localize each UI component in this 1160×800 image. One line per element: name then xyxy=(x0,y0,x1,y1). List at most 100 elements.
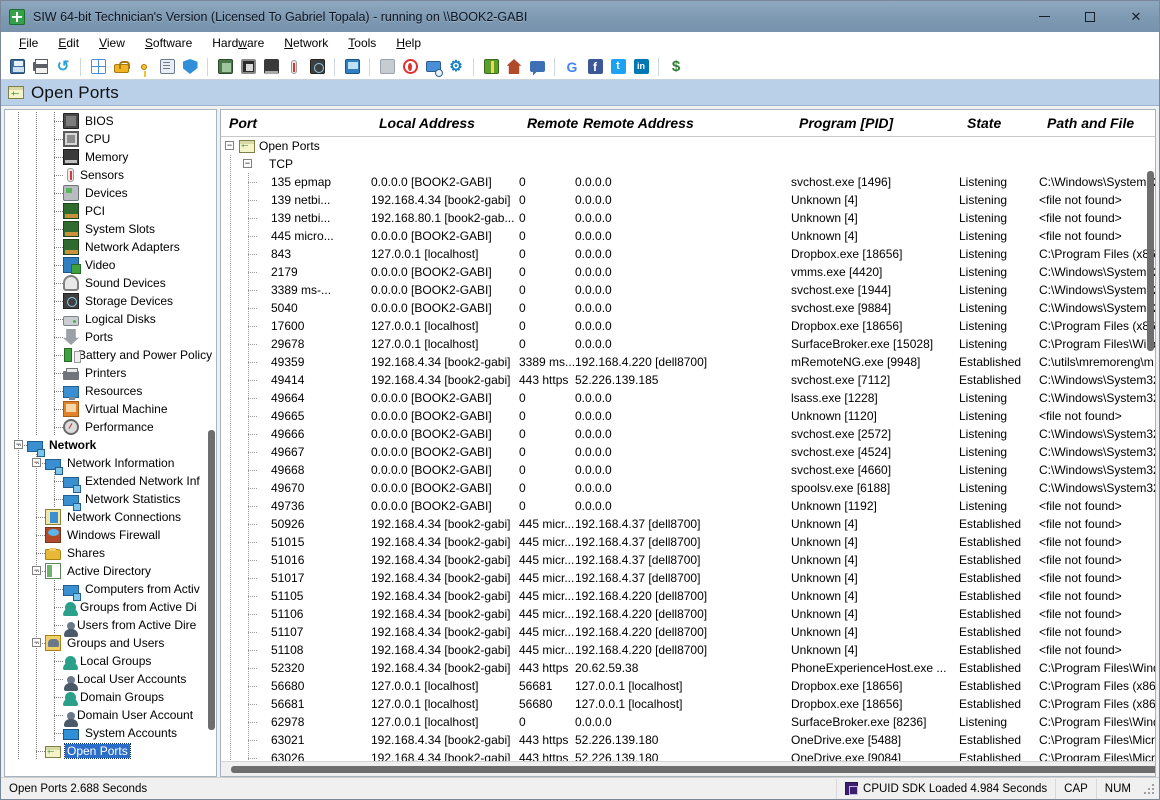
sidebar-item-system-accounts[interactable]: System Accounts xyxy=(5,724,216,742)
minimize-button[interactable] xyxy=(1021,1,1067,32)
table-row[interactable]: 49668 0.0.0.0 [BOOK2-GABI] 0 0.0.0.0 svchost… xyxy=(221,461,1155,479)
sidebar-item-network-connections[interactable]: Network Connections xyxy=(5,508,216,526)
sidebar-item-virtual-machine[interactable]: Virtual Machine xyxy=(5,400,216,418)
sidebar-item-devices[interactable]: Devices xyxy=(5,184,216,202)
sidebar-item-domain-user-account[interactable]: Domain User Account xyxy=(5,706,216,727)
home-icon[interactable] xyxy=(504,57,524,77)
table-row[interactable]: 49667 0.0.0.0 [BOOK2-GABI] 0 0.0.0.0 svchost… xyxy=(221,443,1155,461)
sidebar-item-shares[interactable]: Shares xyxy=(5,544,216,562)
table-row[interactable]: 445 micro... 0.0.0.0 [BOOK2-GABI] 0 0.0.0.0… xyxy=(221,227,1155,245)
table-row[interactable]: 51017 192.168.4.34 [book2-gabi] 445 micr..… xyxy=(221,569,1155,587)
resize-grip-icon[interactable] xyxy=(1143,782,1155,795)
sidebar-item-pci[interactable]: PCI xyxy=(5,202,216,220)
memory-icon[interactable] xyxy=(261,57,281,77)
sidebar-item-extended-network-inf[interactable]: Extended Network Inf xyxy=(5,472,216,493)
sidebar-item-users-from-active-dire[interactable]: Users from Active Dire xyxy=(5,616,216,637)
column-header-remote-address[interactable]: Remote Address xyxy=(581,115,797,131)
opera-browser-icon[interactable] xyxy=(400,57,420,77)
grid-vertical-scrollbar[interactable] xyxy=(1147,171,1154,351)
tree-expander-icon[interactable]: − xyxy=(14,440,23,449)
sidebar-item-network[interactable]: − Network xyxy=(5,436,216,457)
table-row[interactable]: 63026 192.168.4.34 [book2-gabi] 443 https 5… xyxy=(221,749,1155,761)
print-icon[interactable] xyxy=(30,57,50,77)
linkedin-icon[interactable]: in xyxy=(631,57,651,77)
table-row[interactable]: 49665 0.0.0.0 [BOOK2-GABI] 0 0.0.0.0 Unknown… xyxy=(221,407,1155,425)
sidebar-item-storage-devices[interactable]: Storage Devices xyxy=(5,292,216,310)
eula-card-icon[interactable] xyxy=(157,57,177,77)
sidebar-item-memory[interactable]: Memory xyxy=(5,148,216,166)
sidebar-item-open-ports[interactable]: Open Ports xyxy=(5,742,216,760)
table-row[interactable]: 49359 192.168.4.34 [book2-gabi] 3389 ms...… xyxy=(221,353,1155,371)
sidebar-item-network-information[interactable]: − Network Information xyxy=(5,454,216,475)
table-row[interactable]: 52320 192.168.4.34 [book2-gabi] 443 https 2… xyxy=(221,659,1155,677)
table-row[interactable]: 51105 192.168.4.34 [book2-gabi] 445 micr..… xyxy=(221,587,1155,605)
sidebar-item-local-groups[interactable]: Local Groups xyxy=(5,652,216,670)
table-row[interactable]: 3389 ms-... 0.0.0.0 [BOOK2-GABI] 0 0.0.0.0 s… xyxy=(221,281,1155,299)
table-row[interactable]: 62978 127.0.0.1 [localhost] 0 0.0.0.0 Surfac… xyxy=(221,713,1155,731)
table-row[interactable]: 51107 192.168.4.34 [book2-gabi] 445 micr..… xyxy=(221,623,1155,641)
table-row[interactable]: 56681 127.0.0.1 [localhost] 56680 127.0.0.1… xyxy=(221,695,1155,713)
table-row[interactable]: 2179 0.0.0.0 [BOOK2-GABI] 0 0.0.0.0 vmms.exe… xyxy=(221,263,1155,281)
menu-view[interactable]: View xyxy=(89,34,135,52)
table-row[interactable]: 51016 192.168.4.34 [book2-gabi] 445 micr..… xyxy=(221,551,1155,569)
sidebar-item-printers[interactable]: Printers xyxy=(5,364,216,382)
motherboard-icon[interactable] xyxy=(215,57,235,77)
donate-dollar-icon[interactable]: $ xyxy=(666,57,686,77)
column-header-program-pid[interactable]: Program [PID] xyxy=(797,115,965,131)
sidebar-item-active-directory[interactable]: − Active Directory xyxy=(5,562,216,580)
sidebar-item-logical-disks[interactable]: Logical Disks xyxy=(5,310,216,328)
tree-expander-icon[interactable]: − xyxy=(225,141,234,150)
table-row[interactable]: 51108 192.168.4.34 [book2-gabi] 445 micr..… xyxy=(221,641,1155,659)
table-row[interactable]: 50926 192.168.4.34 [book2-gabi] 445 micr..… xyxy=(221,515,1155,533)
sidebar-item-cpu[interactable]: CPU xyxy=(5,130,216,148)
grid-tree-node[interactable]: − TCP xyxy=(221,155,1155,173)
menu-network[interactable]: Network xyxy=(274,34,338,52)
storage-icon[interactable] xyxy=(307,57,327,77)
grid-tree-node[interactable]: − Open Ports xyxy=(221,137,1155,155)
tree-expander-icon[interactable]: − xyxy=(32,638,41,647)
table-row[interactable]: 49666 0.0.0.0 [BOOK2-GABI] 0 0.0.0.0 svchost… xyxy=(221,425,1155,443)
google-icon[interactable]: G xyxy=(562,57,582,77)
sidebar-item-windows-firewall[interactable]: Windows Firewall xyxy=(5,526,216,544)
sidebar-item-groups-and-users[interactable]: − Groups and Users xyxy=(5,634,216,652)
table-row[interactable]: 49414 192.168.4.34 [book2-gabi] 443 https 5… xyxy=(221,371,1155,389)
sidebar-item-battery-and-power-policy[interactable]: Battery and Power Policy xyxy=(5,346,216,364)
sidebar-item-domain-groups[interactable]: Domain Groups xyxy=(5,688,216,706)
column-header-path-and-file[interactable]: Path and File xyxy=(1045,115,1155,131)
menu-tools[interactable]: Tools xyxy=(338,34,386,52)
key-icon[interactable] xyxy=(134,57,154,77)
table-row[interactable]: 51106 192.168.4.34 [book2-gabi] 445 micr..… xyxy=(221,605,1155,623)
remote-monitor-icon[interactable] xyxy=(423,57,443,77)
books-icon[interactable] xyxy=(481,57,501,77)
menu-help[interactable]: Help xyxy=(386,34,431,52)
sidebar-item-resources[interactable]: Resources xyxy=(5,382,216,400)
column-header-port[interactable]: Port xyxy=(227,115,377,131)
maximize-button[interactable] xyxy=(1067,1,1113,32)
table-row[interactable]: 139 netbi... 192.168.4.34 [book2-gabi] 0 0.… xyxy=(221,191,1155,209)
facebook-icon[interactable]: f xyxy=(585,57,605,77)
cpu-icon[interactable] xyxy=(238,57,258,77)
column-header-local-address[interactable]: Local Address xyxy=(377,115,525,131)
menu-software[interactable]: Software xyxy=(135,34,202,52)
tree-expander-icon[interactable]: − xyxy=(32,458,41,467)
table-row[interactable]: 49670 0.0.0.0 [BOOK2-GABI] 0 0.0.0.0 spoolsv… xyxy=(221,479,1155,497)
feedback-chat-icon[interactable] xyxy=(527,57,547,77)
sidebar-item-computers-from-activ[interactable]: Computers from Activ xyxy=(5,580,216,601)
sidebar-item-local-user-accounts[interactable]: Local User Accounts xyxy=(5,670,216,691)
table-row[interactable]: 139 netbi... 192.168.80.1 [book2-gab... 0 0… xyxy=(221,209,1155,227)
table-row[interactable]: 56680 127.0.0.1 [localhost] 56681 127.0.0.1… xyxy=(221,677,1155,695)
table-row[interactable]: 29678 127.0.0.1 [localhost] 0 0.0.0.0 Surfac… xyxy=(221,335,1155,353)
tree-expander-icon[interactable]: − xyxy=(32,566,41,575)
table-row[interactable]: 135 epmap 0.0.0.0 [BOOK2-GABI] 0 0.0.0.0 svc… xyxy=(221,173,1155,191)
sidebar-vertical-scrollbar[interactable] xyxy=(208,430,215,730)
close-button[interactable]: ✕ xyxy=(1113,1,1159,32)
table-row[interactable]: 843 127.0.0.1 [localhost] 0 0.0.0.0 Dropbox.… xyxy=(221,245,1155,263)
twitter-icon[interactable]: t xyxy=(608,57,628,77)
sidebar-item-video[interactable]: Video xyxy=(5,256,216,274)
table-row[interactable]: 49736 0.0.0.0 [BOOK2-GABI] 0 0.0.0.0 Unknown… xyxy=(221,497,1155,515)
sidebar-item-bios[interactable]: BIOS xyxy=(5,112,216,130)
network-computer-icon[interactable] xyxy=(342,57,362,77)
sidebar-item-network-statistics[interactable]: Network Statistics xyxy=(5,490,216,511)
sidebar-item-network-adapters[interactable]: Network Adapters xyxy=(5,238,216,256)
table-row[interactable]: 63021 192.168.4.34 [book2-gabi] 443 https 5… xyxy=(221,731,1155,749)
